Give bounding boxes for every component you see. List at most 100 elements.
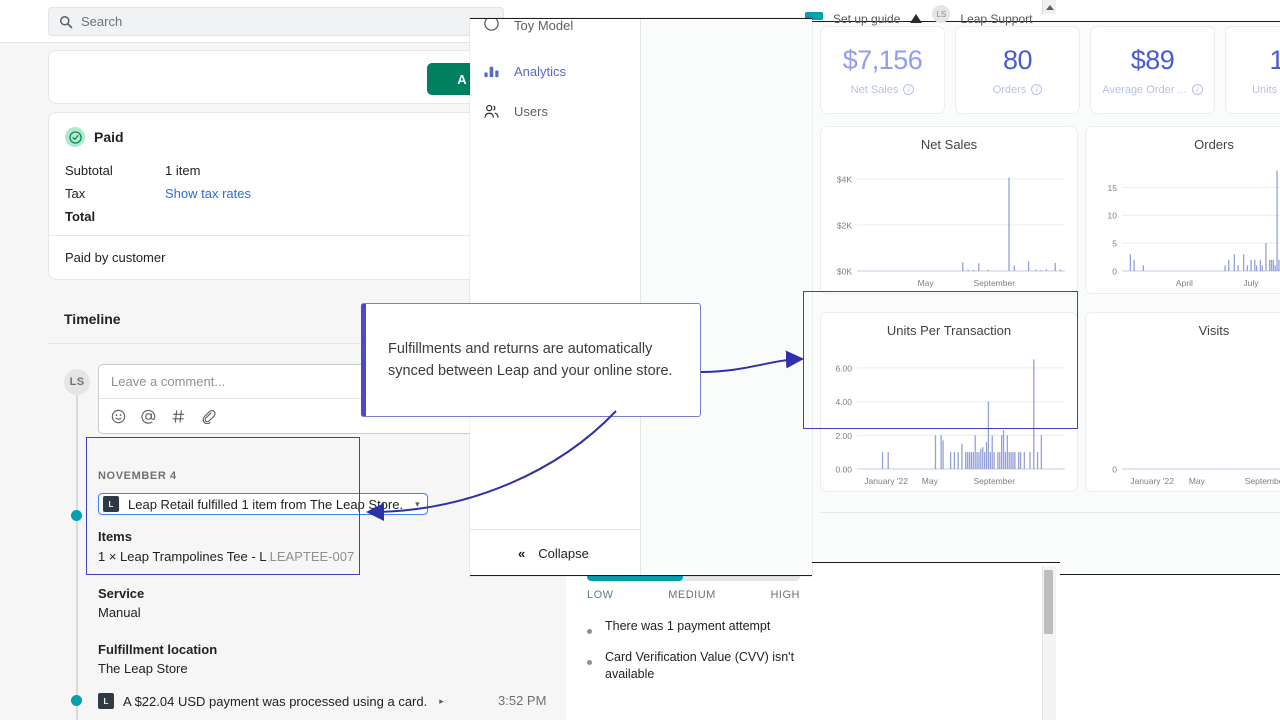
search-input[interactable]: Search [48,7,504,36]
dashboard-header: Set up guide LS Leap Support [795,0,1280,26]
collapse-button[interactable]: « Collapse [470,529,641,575]
metric-label: Units Per T [1252,83,1280,96]
fraud-risk-panel: LOW MEDIUM HIGH There was 1 payment atte… [566,562,1060,720]
svg-text:January '22: January '22 [1130,476,1174,486]
paid-by-label: Paid by customer [65,250,166,265]
svg-text:January '22: January '22 [864,476,908,486]
avatar: LS [64,369,90,395]
svg-text:6.00: 6.00 [835,363,852,373]
account-name[interactable]: Leap Support [960,12,1032,26]
chevron-right-icon[interactable]: ▸ [439,696,444,707]
leap-retail-icon: L [98,693,114,709]
circle-icon [482,19,501,33]
chart-card-units-per-transaction[interactable]: Units Per Transaction 0.00 2.00 4.00 6.00 Ja… [820,312,1078,492]
metric-value: $7,156 [842,44,923,75]
sidebar-item-label: Users [514,103,548,119]
check-circle-icon [65,127,85,147]
timeline-rail [76,395,78,720]
svg-text:0.00: 0.00 [835,465,852,475]
svg-text:May: May [918,278,935,288]
scrollbar-thumb[interactable] [1044,570,1053,634]
metric-label: Average Order ... [1102,83,1187,96]
annotation-callout: Fulfillments and returns are automatical… [361,303,701,417]
hashtag-icon[interactable] [171,409,186,424]
risk-level-legend: LOW MEDIUM HIGH [587,589,800,601]
sidebar-item-users[interactable]: Users [470,91,640,131]
risk-level-medium: MEDIUM [668,589,716,601]
sidebar-item-toy-model[interactable]: Toy Model [470,19,640,33]
timeline-event-payment[interactable]: L A $22.04 USD payment was processed usi… [98,693,444,709]
attachment-icon[interactable] [201,409,216,424]
emoji-icon[interactable] [111,409,126,424]
bullet-icon [587,660,592,665]
chart-card-visits[interactable]: Visits 0 January '22 May September [1085,312,1280,492]
chart-title: Units Per Transaction [886,323,1012,338]
metric-card-orders[interactable]: 80 Orders i [955,26,1080,114]
info-icon[interactable]: i [1191,84,1203,95]
svg-text:July: July [1243,278,1259,288]
svg-text:May: May [922,476,939,486]
annotation-callout-text: Fulfillments and returns are automatical… [388,341,673,379]
risk-notes-list: There was 1 payment attempt Card Verific… [587,618,837,697]
chart-card-net-sales[interactable]: Net Sales $0K $2K $4K May September [820,126,1078,294]
chevron-double-left-icon: « [518,546,525,561]
svg-text:0: 0 [1112,465,1117,475]
screen-root: Search A Paid Subtotal 1 item Tax Show t [0,0,1280,720]
risk-note-text: There was 1 payment attempt [605,619,771,633]
sidebar-item-label: Toy Model [514,19,574,33]
setup-guide-label[interactable]: Set up guide [833,12,900,26]
summary-row-key: Subtotal [65,163,113,178]
summary-row-value: 1 item [165,163,201,178]
chart-plot-visits: 0 January '22 May September [1086,341,1280,491]
analytics-dashboard-panel: Set up guide LS Leap Support $7,156 Net … [795,0,1280,575]
sidebar-item-label: Analytics [514,63,567,79]
svg-text:September: September [973,278,1015,288]
search-icon [59,15,73,29]
flyout-submenu-pane [641,19,812,575]
timeline-heading: Timeline [64,311,121,327]
info-icon[interactable]: i [1031,84,1043,95]
metric-card-units-per-transaction[interactable]: 1.5 Units Per T i [1225,26,1280,114]
leap-retail-icon: L [103,496,119,512]
svg-text:4.00: 4.00 [835,397,852,407]
svg-text:$2K: $2K [837,220,852,230]
metric-card-net-sales[interactable]: $7,156 Net Sales i [820,26,945,114]
show-tax-rates-link[interactable]: Show tax rates [165,182,251,205]
navigation-flyout: Toy Model Analytics Users « Collapse [470,18,812,576]
svg-text:September: September [973,476,1015,486]
timeline-event-label: Leap Retail fulfilled 1 item from The Le… [128,496,404,512]
summary-row-key: Total [65,209,96,224]
users-icon [482,102,501,121]
svg-text:2.00: 2.00 [835,431,852,441]
collapse-label: Collapse [538,546,589,561]
status-badge: Paid [94,129,124,145]
chart-plot-net-sales: $0K $2K $4K May September [821,155,1077,293]
scrollbar-up-button[interactable] [1042,0,1056,14]
metric-value: 80 [1002,44,1033,75]
metric-label-row: Orders i [993,84,1043,96]
timeline-dot [71,695,82,706]
metric-card-average-order-value[interactable]: $89 Average Order ... i [1090,26,1215,114]
svg-text:May: May [1189,476,1206,486]
item-sku: LEAPTEE-007 [269,549,355,564]
search-placeholder: Search [81,14,123,29]
chart-title: Net Sales [920,137,978,152]
chart-card-orders[interactable]: Orders 0 5 10 15 April July [1085,126,1280,294]
svg-text:10: 10 [1108,211,1118,221]
chart-title: Visits [1198,323,1230,338]
sidebar-item-analytics[interactable]: Analytics [470,51,640,91]
metric-cards: $7,156 Net Sales i 80 Orders i $89 Avera… [820,26,1280,114]
risk-note: Card Verification Value (CVV) isn't avai… [587,649,837,683]
timeline-event-fulfillment[interactable]: L Leap Retail fulfilled 1 item from The … [98,493,428,515]
info-icon[interactable]: i [903,84,915,95]
bar-chart-icon [482,62,501,81]
timeline-event-label: A $22.04 USD payment was processed using… [123,693,428,709]
mention-icon[interactable] [141,409,156,424]
risk-note-text: Card Verification Value (CVV) isn't avai… [605,650,795,681]
account-avatar[interactable]: LS [932,5,951,23]
chart-title: Orders [1194,137,1234,152]
chevron-down-icon[interactable]: ▾ [415,499,420,510]
metric-label-row: Net Sales i [851,84,915,96]
notification-icon[interactable] [910,14,923,23]
risk-level-high: HIGH [770,589,800,601]
